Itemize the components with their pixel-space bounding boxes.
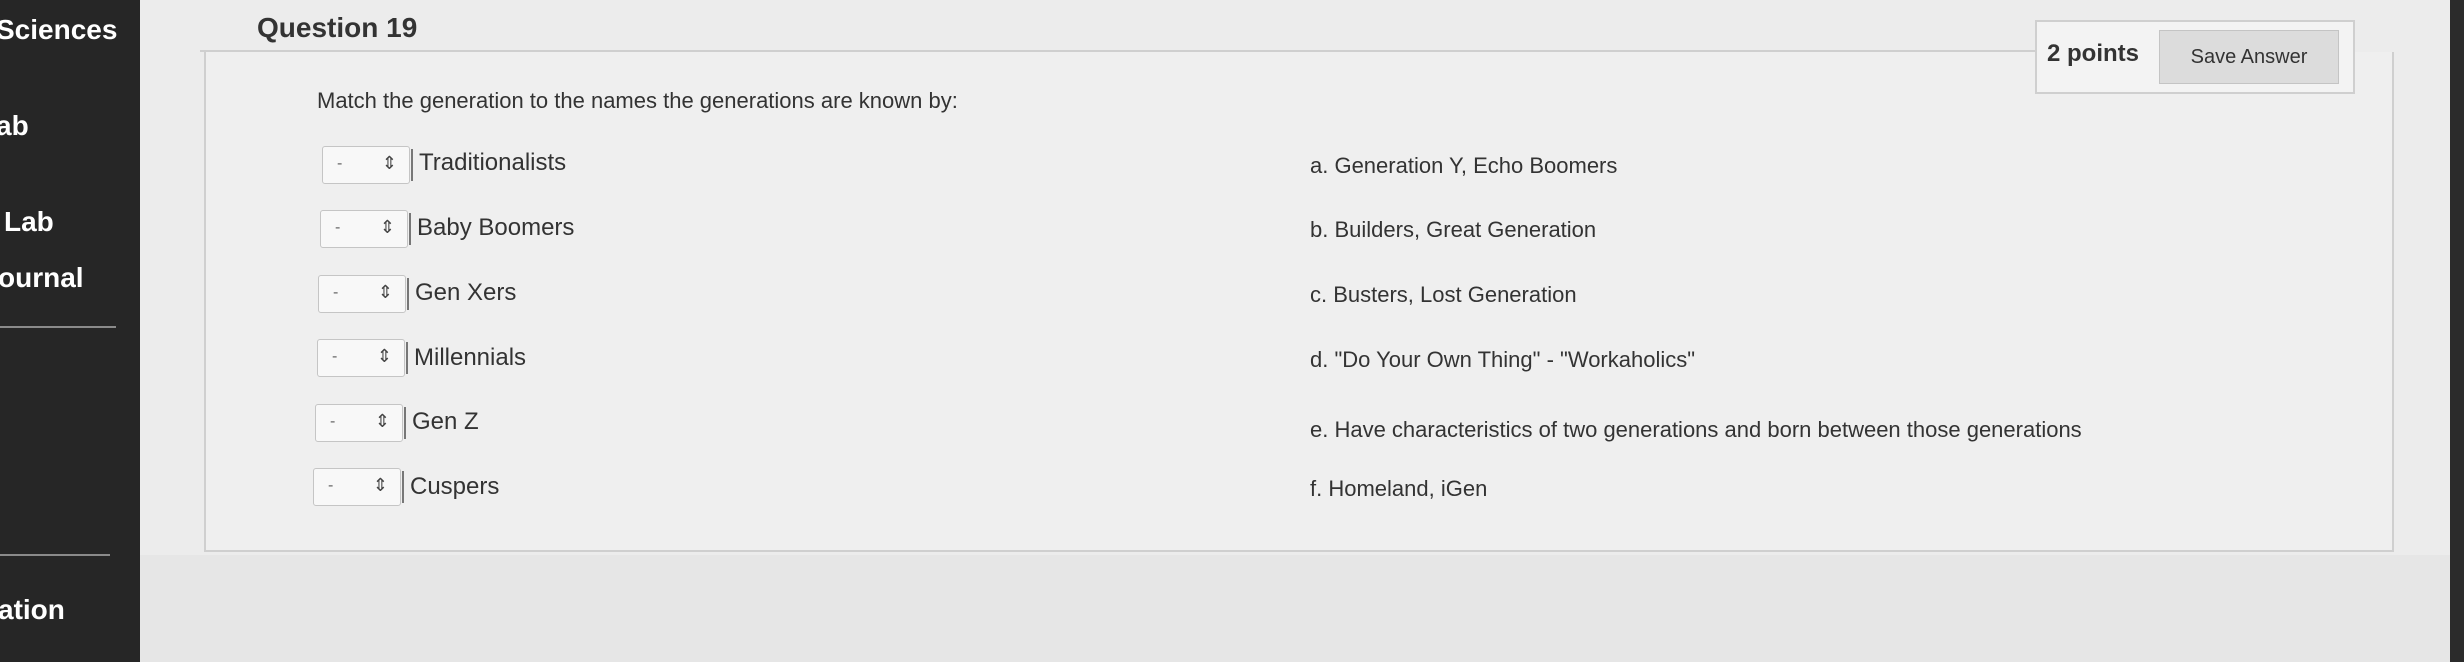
select-value: - xyxy=(328,477,334,494)
term-label: Gen Z xyxy=(412,408,479,435)
match-select-cuspers[interactable]: - ⇕ xyxy=(313,468,404,506)
select-divider xyxy=(406,342,408,374)
term-label: Traditionalists xyxy=(419,149,567,176)
term-label: Cuspers xyxy=(410,473,500,500)
match-select-traditionalists[interactable]: - ⇕ xyxy=(322,146,413,184)
sidebar-item-ournal[interactable]: ournal xyxy=(0,262,84,294)
points-panel: 2 points Save Answer xyxy=(2035,20,2355,94)
term-label: Baby Boomers xyxy=(417,214,575,241)
sidebar-item-sciences[interactable]: Sciences xyxy=(0,14,117,46)
sidebar: Sciences ab Lab ournal ation xyxy=(0,0,140,662)
answer-option-b: b. Builders, Great Generation xyxy=(1310,217,1597,242)
points-value: 2 points xyxy=(2047,40,2140,67)
match-select-gen-xers[interactable]: - ⇕ xyxy=(318,275,409,313)
question-area: Question 19 2 points Save Answer Match t… xyxy=(140,0,2450,662)
up-down-arrow-icon: ⇕ xyxy=(379,217,395,237)
sidebar-item-ab[interactable]: ab xyxy=(0,110,29,142)
select-value: - xyxy=(335,219,341,236)
question-title: Question 19 xyxy=(257,12,418,43)
up-down-arrow-icon: ⇕ xyxy=(372,475,388,495)
up-down-arrow-icon: ⇕ xyxy=(381,153,397,173)
question-box xyxy=(204,52,2394,552)
up-down-arrow-icon: ⇕ xyxy=(374,411,390,431)
match-select-baby-boomers[interactable]: - ⇕ xyxy=(320,210,411,248)
answer-option-e: e. Have characteristics of two generatio… xyxy=(1310,417,2082,442)
answer-option-a: a. Generation Y, Echo Boomers xyxy=(1310,153,1618,178)
up-down-arrow-icon: ⇕ xyxy=(376,346,392,366)
match-select-gen-z[interactable]: - ⇕ xyxy=(315,404,406,442)
question-prompt: Match the generation to the names the ge… xyxy=(317,88,958,113)
sidebar-divider xyxy=(0,554,110,556)
save-answer-button[interactable]: Save Answer xyxy=(2159,30,2339,84)
window-edge xyxy=(2450,0,2464,662)
select-value: - xyxy=(330,413,336,430)
sidebar-item-ation[interactable]: ation xyxy=(0,594,65,626)
select-divider xyxy=(407,278,409,310)
sidebar-divider xyxy=(0,326,116,328)
select-divider xyxy=(409,213,411,245)
header-divider xyxy=(200,50,2170,52)
match-select-millennials[interactable]: - ⇕ xyxy=(317,339,408,377)
up-down-arrow-icon: ⇕ xyxy=(377,282,393,302)
sidebar-item-lab[interactable]: Lab xyxy=(4,206,54,238)
select-value: - xyxy=(333,284,339,301)
select-value: - xyxy=(337,155,343,172)
select-value: - xyxy=(332,348,338,365)
answer-option-f: f. Homeland, iGen xyxy=(1310,476,1488,501)
footer-band xyxy=(140,555,2450,662)
answer-option-c: c. Busters, Lost Generation xyxy=(1310,282,1577,307)
select-divider xyxy=(402,471,404,503)
answer-option-d: d. "Do Your Own Thing" - "Workaholics" xyxy=(1310,347,1696,372)
select-divider xyxy=(404,407,406,439)
term-label: Millennials xyxy=(414,344,527,371)
select-divider xyxy=(411,149,413,181)
term-label: Gen Xers xyxy=(415,279,517,306)
